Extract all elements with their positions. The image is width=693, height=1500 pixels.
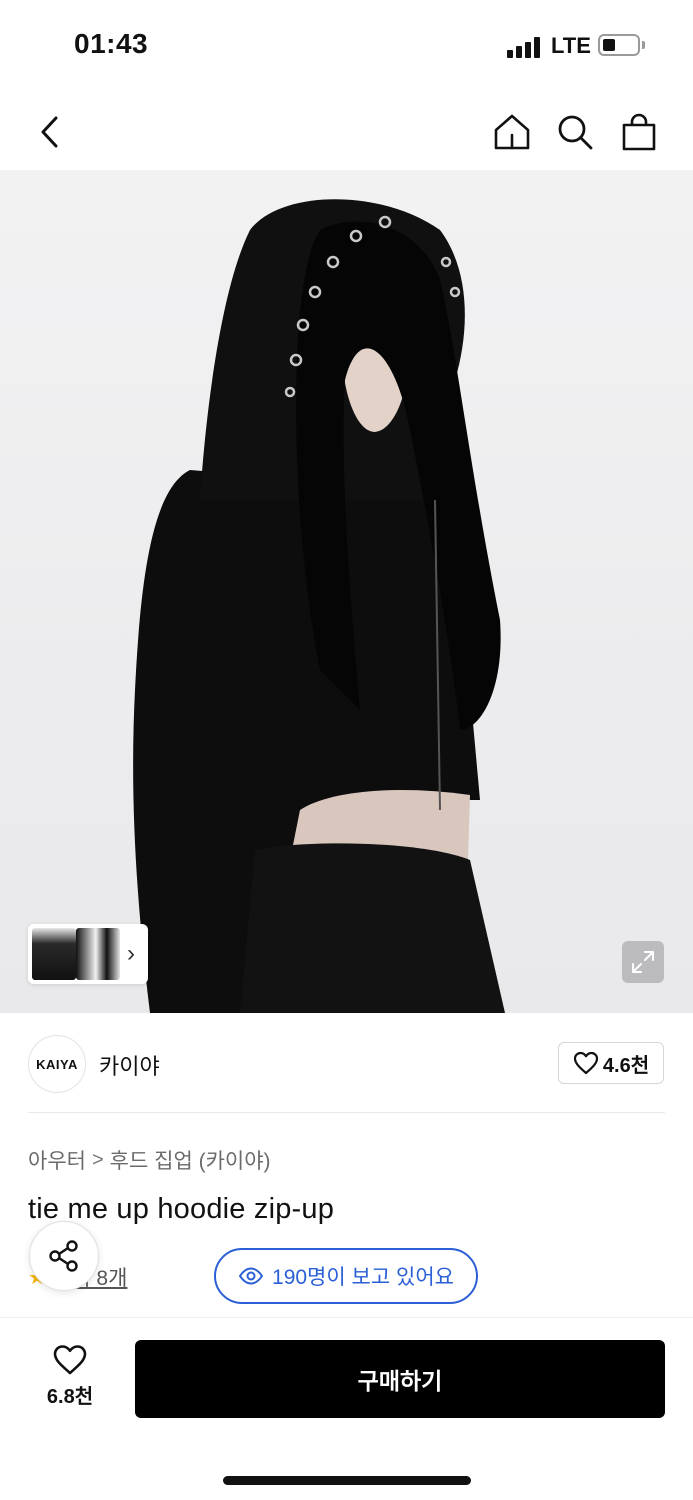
share-icon: [49, 1240, 78, 1272]
viewers-text: 190명이 보고 있어요: [272, 1266, 454, 1289]
brand-like-count: 4.6천: [602, 1054, 650, 1077]
product-photo-illustration: [133, 199, 505, 1013]
heart-icon: [53, 1345, 87, 1375]
status-bar: 01:43 LTE: [0, 0, 693, 92]
viewers-badge: 190명이 보고 있어요: [214, 1248, 478, 1304]
heart-icon: [573, 1051, 598, 1075]
home-indicator: [223, 1476, 471, 1485]
brand-like-button[interactable]: 4.6천: [558, 1042, 664, 1084]
network-label: LTE: [551, 33, 591, 58]
brand-row[interactable]: KAIYA 카이야 4.6천: [0, 1013, 693, 1113]
brand-name[interactable]: 카이야: [99, 1049, 160, 1081]
wishlist-button[interactable]: 6.8천: [30, 1344, 110, 1414]
chevron-right-icon[interactable]: ›: [120, 928, 142, 980]
top-nav: [0, 92, 693, 170]
wishlist-count: 6.8천: [46, 1386, 94, 1408]
product-image[interactable]: ›: [0, 170, 693, 1013]
breadcrumb-subcategory[interactable]: 후드 집업 (카이야): [110, 1145, 271, 1175]
battery-icon: [598, 34, 640, 56]
breadcrumb-category[interactable]: 아우터: [28, 1145, 86, 1175]
bottom-action-bar: 6.8천 구매하기: [0, 1317, 693, 1500]
status-time: 01:43: [74, 28, 149, 59]
breadcrumb-separator: >: [91, 1148, 104, 1171]
back-icon[interactable]: [28, 110, 72, 154]
signal-icon: [507, 36, 543, 58]
thumbnail-strip[interactable]: ›: [28, 924, 148, 984]
shopping-bag-icon[interactable]: [617, 110, 661, 154]
share-button[interactable]: [29, 1221, 99, 1291]
home-icon[interactable]: [490, 110, 534, 154]
brand-logo[interactable]: KAIYA: [28, 1035, 86, 1093]
thumbnail-1[interactable]: [32, 928, 76, 980]
divider: [28, 1112, 665, 1113]
product-title: tie me up hoodie zip-up: [28, 1193, 335, 1225]
thumbnail-2[interactable]: [76, 928, 120, 980]
eye-icon: [238, 1267, 264, 1285]
breadcrumb: 아우터 > 후드 집업 (카이야): [28, 1145, 271, 1175]
search-icon[interactable]: [553, 110, 597, 154]
expand-icon[interactable]: [622, 941, 664, 983]
buy-button[interactable]: 구매하기: [135, 1340, 665, 1418]
